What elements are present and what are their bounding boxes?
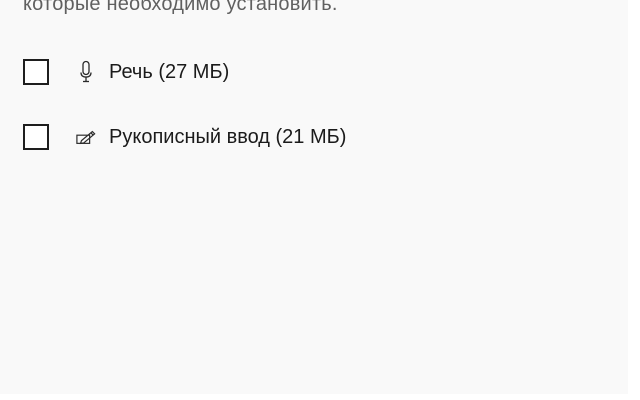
- handwriting-checkbox[interactable]: [23, 124, 49, 150]
- feature-row-speech[interactable]: Речь (27 МБ): [23, 56, 229, 88]
- handwriting-feature-label: Рукописный ввод (21 МБ): [109, 126, 347, 148]
- microphone-icon: [76, 60, 96, 84]
- handwriting-pen-icon: [76, 125, 96, 149]
- speech-feature-label: Речь (27 МБ): [109, 61, 230, 83]
- optional-features-panel: которые необходимо установить. Речь (27 …: [0, 0, 628, 394]
- feature-row-handwriting[interactable]: Рукописный ввод (21 МБ): [23, 121, 346, 153]
- intro-description: которые необходимо установить.: [23, 0, 338, 15]
- page: которые необходимо установить. Речь (27 …: [0, 0, 640, 400]
- speech-checkbox[interactable]: [23, 59, 49, 85]
